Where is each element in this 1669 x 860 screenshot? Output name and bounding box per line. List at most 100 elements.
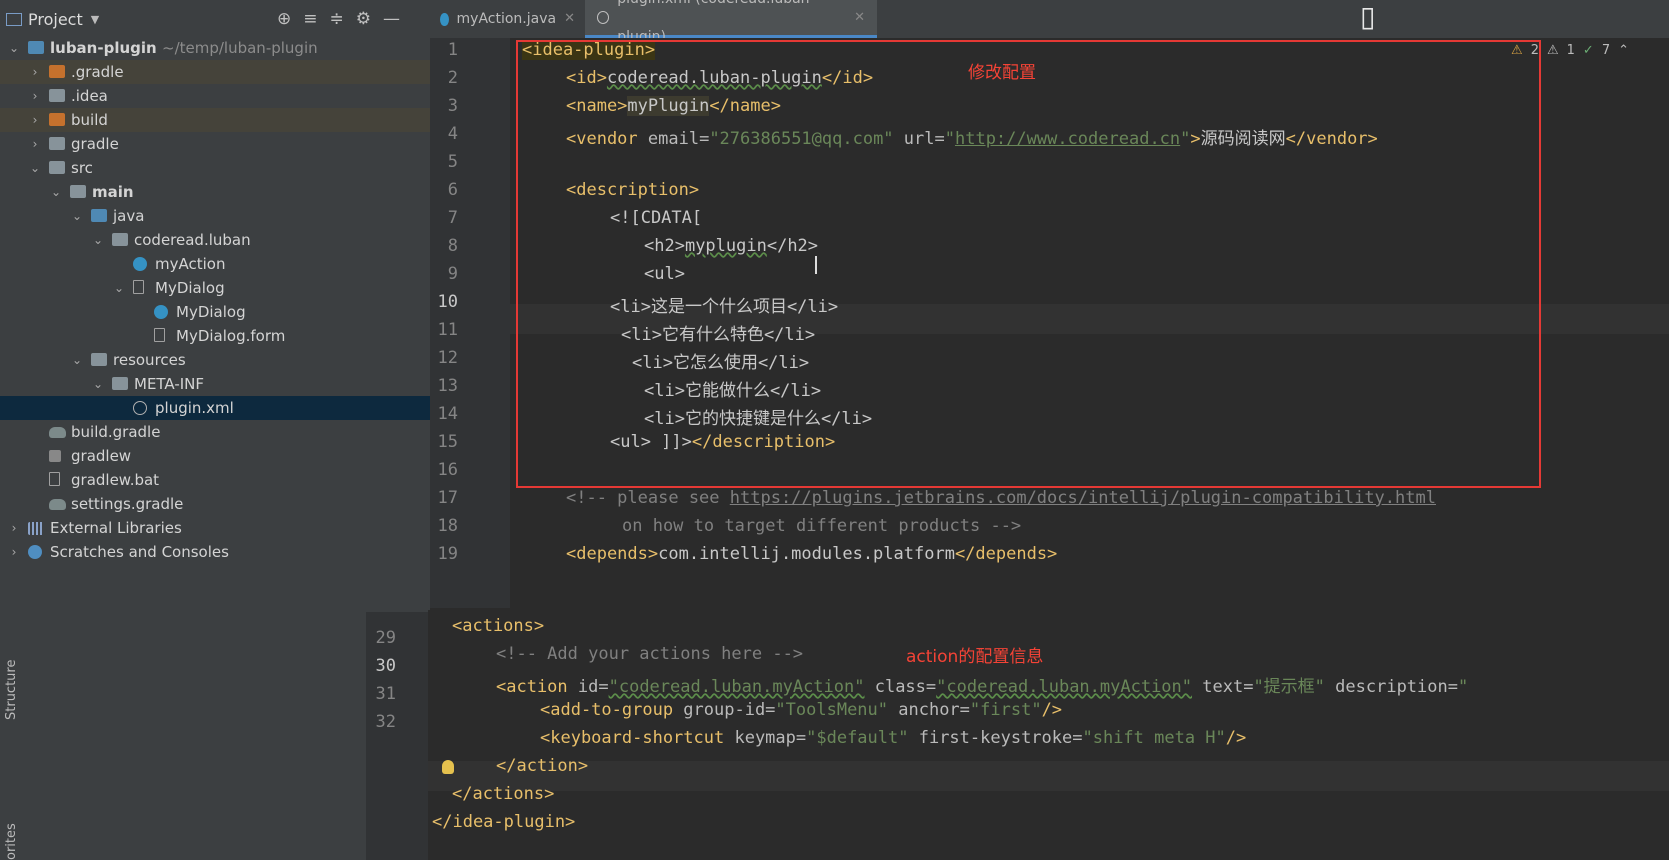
chevron-up-icon[interactable]: ⌃ (1618, 43, 1629, 58)
structure-tool-button[interactable]: Structure (4, 660, 19, 720)
code-line: </action> (496, 756, 589, 776)
tree-item[interactable]: ⌄ src (0, 156, 430, 180)
editor-tab-bar: myAction.java ✕ plugin.xml (coderead.lub… (430, 0, 1669, 45)
tree-item[interactable]: ⌄ main (0, 180, 430, 204)
tree-item[interactable]: › build (0, 108, 430, 132)
tab-myaction-java[interactable]: myAction.java ✕ (430, 0, 585, 38)
tree-item-label: gradlew (71, 447, 132, 465)
code-line: <li>它有什么特色</li> (621, 325, 816, 345)
chevron-right-icon[interactable]: › (29, 84, 41, 108)
chevron-right-icon[interactable]: › (8, 516, 20, 540)
code-line: <ul> (644, 264, 685, 284)
warning-count: 2 (1530, 43, 1539, 58)
tree-item[interactable]: plugin.xml (0, 396, 430, 420)
code-line: <h2>myplugin</h2> (644, 236, 819, 256)
xml-file-icon (597, 11, 610, 24)
tree-item-label: settings.gradle (71, 495, 184, 513)
line-number: 10 (437, 292, 458, 312)
tree-item[interactable]: ⌄ coderead.luban (0, 228, 430, 252)
tree-item-label: coderead.luban (134, 231, 251, 249)
tree-item-label: myAction (155, 255, 226, 273)
tree-item-label: luban-plugin (50, 39, 157, 57)
chevron-right-icon[interactable]: › (29, 132, 41, 156)
line-number: 5 (447, 152, 458, 172)
chevron-down-icon[interactable]: ⌄ (113, 276, 125, 300)
folder-icon (49, 137, 65, 150)
class-icon (133, 257, 147, 271)
tree-item[interactable]: MyDialog (0, 300, 430, 324)
line-number: 29 (375, 628, 396, 648)
inspection-indicators[interactable]: ⚠ 2 ⚠ 1 ✓ 7 ⌃ (1511, 43, 1629, 58)
chevron-down-icon[interactable]: ⌄ (92, 372, 104, 396)
hide-icon[interactable]: — (383, 9, 400, 29)
line-number: 6 (447, 180, 458, 200)
locate-file-icon[interactable]: ⊕ (277, 9, 291, 29)
tree-item[interactable]: MyDialog.form (0, 324, 430, 348)
typo-icon[interactable]: ✓ (1583, 43, 1594, 58)
chevron-down-icon[interactable]: ⌄ (8, 36, 20, 60)
class-icon (440, 12, 449, 26)
code-line: <ul> ]]></description> (610, 432, 836, 452)
tree-item[interactable]: ⌄ MyDialog (0, 276, 430, 300)
tree-item[interactable]: settings.gradle (0, 492, 430, 516)
lightbulb-icon[interactable] (442, 760, 454, 774)
project-panel-header[interactable]: Project ▼ ⊕ ≡ ≑ ⚙ — (0, 0, 430, 38)
editor-gutter: 1 2 3 4 5 6 7 8 9 10 11 12 13 14 15 16 17 18 19 (430, 38, 510, 608)
code-line: <li>它能做什么</li> (644, 381, 822, 401)
tree-item[interactable]: build.gradle (0, 420, 430, 444)
tree-item[interactable]: ⌄ resources (0, 348, 430, 372)
tree-item[interactable]: gradlew.bat (0, 468, 430, 492)
project-tool-window: Project ▼ ⊕ ≡ ≑ ⚙ — ⌄ luban-plugin ~/temp/… (0, 0, 430, 612)
tree-item[interactable]: › External Libraries (0, 516, 430, 540)
close-icon[interactable]: ✕ (854, 0, 865, 37)
tree-item-label: resources (113, 351, 186, 369)
expand-all-icon[interactable]: ≡ (303, 9, 317, 29)
chevron-down-icon[interactable]: ⌄ (50, 180, 62, 204)
gear-icon[interactable]: ⚙ (356, 9, 371, 29)
code-line: <depends>com.intellij.modules.platform</… (566, 544, 1058, 564)
code-editor[interactable]: 1 2 3 4 5 6 7 8 9 10 11 12 13 14 15 16 17 18 19 ⚠ 2 ⚠ 1 ✓ 7 ⌃… (430, 38, 1669, 608)
close-icon[interactable]: ✕ (564, 0, 575, 38)
tree-item[interactable]: › Scratches and Consoles (0, 540, 430, 564)
chevron-down-icon[interactable]: ⌄ (71, 348, 83, 372)
resources-folder-icon (91, 353, 107, 366)
code-line: <name>myPlugin</name> (566, 96, 781, 116)
tree-item[interactable]: gradlew (0, 444, 430, 468)
code-editor-lower[interactable]: <actions> <!-- Add your actions here -->… (428, 610, 1669, 860)
class-icon (154, 305, 168, 319)
code-line: <id>coderead.luban-plugin</id> (566, 68, 874, 88)
line-number: 1 (447, 40, 458, 60)
chevron-right-icon[interactable]: › (8, 540, 20, 564)
collapse-all-icon[interactable]: ≑ (330, 9, 344, 29)
chevron-right-icon[interactable]: › (29, 108, 41, 132)
favorites-tool-button[interactable]: orites (4, 823, 19, 860)
line-number: 11 (437, 320, 458, 340)
weak-warning-icon[interactable]: ⚠ (1547, 43, 1559, 58)
project-view-icon (6, 12, 22, 26)
chevron-down-icon[interactable]: ⌄ (29, 156, 41, 180)
tree-item[interactable]: › .idea (0, 84, 430, 108)
chevron-down-icon[interactable]: ⌄ (92, 228, 104, 252)
file-icon (154, 328, 165, 342)
tab-plugin-xml[interactable]: plugin.xml (coderead.luban-plugin) ✕ (585, 0, 877, 45)
chevron-right-icon[interactable]: › (29, 60, 41, 84)
tree-item-label: main (92, 183, 134, 201)
warning-icon[interactable]: ⚠ (1511, 43, 1523, 58)
chevron-down-icon[interactable]: ⌄ (71, 204, 83, 228)
tree-item[interactable]: ⌄ java (0, 204, 430, 228)
tree-item[interactable]: myAction (0, 252, 430, 276)
code-line: </actions> (452, 784, 555, 804)
line-number: 12 (437, 348, 458, 368)
tree-item[interactable]: ⌄ luban-plugin ~/temp/luban-plugin (0, 36, 430, 60)
line-number: 2 (447, 68, 458, 88)
gradle-icon (49, 499, 66, 510)
tree-item[interactable]: › .gradle (0, 60, 430, 84)
tree-item-label: Scratches and Consoles (50, 543, 229, 561)
tree-item[interactable]: › gradle (0, 132, 430, 156)
code-line: <idea-plugin> (522, 40, 656, 60)
project-panel-title[interactable]: Project (28, 10, 83, 29)
form-icon (133, 280, 144, 294)
folder-excluded-icon (49, 65, 65, 78)
chevron-down-icon[interactable]: ▼ (91, 13, 99, 26)
tree-item[interactable]: ⌄ META-INF (0, 372, 430, 396)
